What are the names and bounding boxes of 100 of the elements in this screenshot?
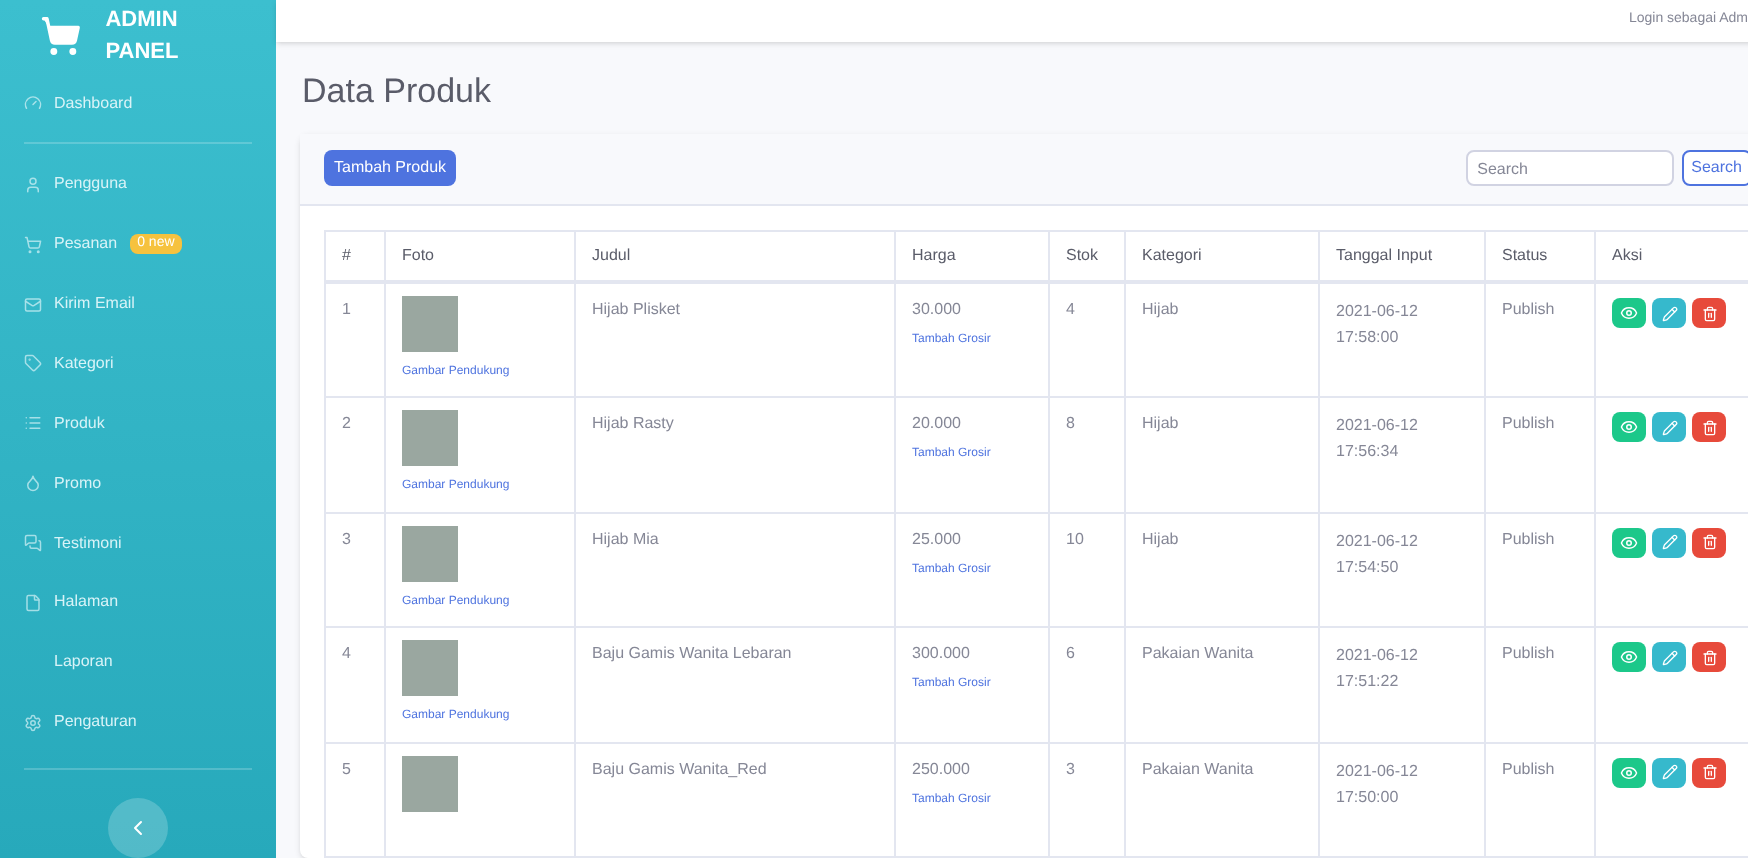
delete-button[interactable] (1692, 757, 1726, 787)
pencil-icon (1661, 419, 1677, 435)
price: 250.000 (912, 757, 970, 781)
row-number: 5 (342, 759, 351, 777)
status: Publish (1502, 414, 1555, 432)
pencil-icon (1661, 305, 1677, 321)
input-date: 2021-06-12 (1336, 529, 1418, 553)
eye-icon (1620, 648, 1638, 666)
price: 30.000 (912, 298, 961, 322)
product-title: Hijab Plisket (592, 300, 681, 318)
price: 25.000 (912, 527, 961, 551)
user-icon (24, 175, 42, 194)
eye-icon (1620, 418, 1638, 436)
trash-icon (1701, 419, 1717, 435)
settings-icon (24, 713, 42, 732)
edit-button[interactable] (1652, 298, 1686, 328)
input-time: 17:54:50 (1336, 555, 1399, 579)
dashboard-icon (24, 94, 42, 113)
sidebar-item[interactable]: Laporan (0, 632, 276, 693)
search-button[interactable]: Search (1681, 150, 1748, 186)
column-header: Judul (592, 245, 631, 264)
trash-icon (1701, 534, 1717, 550)
edit-button[interactable] (1652, 527, 1686, 557)
status: Publish (1502, 529, 1555, 547)
product-title: Hijab Mia (592, 529, 659, 547)
view-button[interactable] (1612, 412, 1646, 442)
price: 300.000 (912, 642, 970, 666)
input-time: 17:56:34 (1336, 440, 1399, 464)
photo-placeholder (402, 640, 458, 696)
eye-icon (1620, 304, 1638, 322)
product-title: Hijab Rasty (592, 414, 674, 432)
status: Publish (1502, 644, 1555, 662)
sidebar-item[interactable]: Halaman (0, 572, 276, 633)
trash-icon (1701, 764, 1717, 780)
stock: 10 (1066, 529, 1084, 547)
trash-icon (1701, 649, 1717, 665)
search-field[interactable]: Search (1465, 150, 1674, 186)
column-header: Status (1502, 245, 1548, 264)
row-number: 2 (342, 414, 351, 432)
list-icon (24, 414, 42, 433)
column-header: # (342, 245, 351, 264)
view-button[interactable] (1612, 642, 1646, 672)
pencil-icon (1661, 649, 1677, 665)
delete-button[interactable] (1692, 527, 1726, 557)
eye-icon (1620, 533, 1638, 551)
edit-button[interactable] (1652, 412, 1686, 442)
photo-placeholder (402, 755, 458, 811)
sidebar-item[interactable]: Promo (0, 453, 276, 514)
droplet-icon (24, 474, 42, 493)
product-title: Baju Gamis Wanita_Red (592, 759, 767, 777)
column-header: Foto (402, 245, 435, 264)
delete-button[interactable] (1692, 412, 1726, 442)
sidebar-item[interactable]: Testimoni (0, 513, 276, 573)
column-header: Kategori (1142, 245, 1202, 264)
category: Hijab (1142, 300, 1179, 318)
category: Hijab (1142, 529, 1179, 547)
add-product-button[interactable]: Tambah Produk (324, 150, 457, 186)
mail-icon (24, 295, 42, 314)
product-title: Baju Gamis Wanita Lebaran (592, 644, 792, 662)
column-header: Aksi (1612, 245, 1643, 264)
category: Pakaian Wanita (1142, 759, 1254, 777)
view-button[interactable] (1612, 757, 1646, 787)
input-date: 2021-06-12 (1336, 300, 1418, 324)
trash-icon (1701, 305, 1717, 321)
eye-icon (1620, 763, 1638, 781)
input-time: 17:50:00 (1336, 785, 1399, 809)
chat-icon (24, 534, 42, 553)
delete-button[interactable] (1692, 642, 1726, 672)
column-header: Tanggal Input (1336, 245, 1433, 264)
brand-title: ADMIN PANEL (105, 5, 181, 69)
page-title: Data Produk (302, 69, 493, 113)
cart-icon (40, 12, 82, 61)
row-number: 1 (342, 300, 351, 318)
edit-button[interactable] (1652, 757, 1686, 787)
price: 20.000 (912, 412, 961, 436)
category: Hijab (1142, 414, 1179, 432)
sidebar-toggle-button[interactable] (108, 798, 168, 858)
input-date: 2021-06-12 (1336, 644, 1418, 668)
input-time: 17:58:00 (1336, 326, 1399, 350)
tag-icon (24, 354, 42, 373)
stock: 3 (1066, 759, 1075, 777)
status: Publish (1502, 300, 1555, 318)
stock: 4 (1066, 300, 1075, 318)
input-date: 2021-06-12 (1336, 759, 1418, 783)
pencil-icon (1661, 764, 1677, 780)
photo-placeholder (402, 525, 458, 581)
cart-icon (24, 235, 42, 254)
status: Publish (1502, 759, 1555, 777)
sidebar-item[interactable]: Pengaturan (0, 692, 276, 753)
column-header: Harga (912, 245, 956, 264)
delete-button[interactable] (1692, 298, 1726, 328)
column-header: Stok (1066, 245, 1099, 264)
edit-button[interactable] (1652, 642, 1686, 672)
category: Pakaian Wanita (1142, 644, 1254, 662)
stock: 8 (1066, 414, 1075, 432)
row-number: 4 (342, 644, 351, 662)
view-button[interactable] (1612, 527, 1646, 557)
view-button[interactable] (1612, 298, 1646, 328)
photo-placeholder (402, 410, 458, 466)
input-time: 17:51:22 (1336, 670, 1399, 694)
